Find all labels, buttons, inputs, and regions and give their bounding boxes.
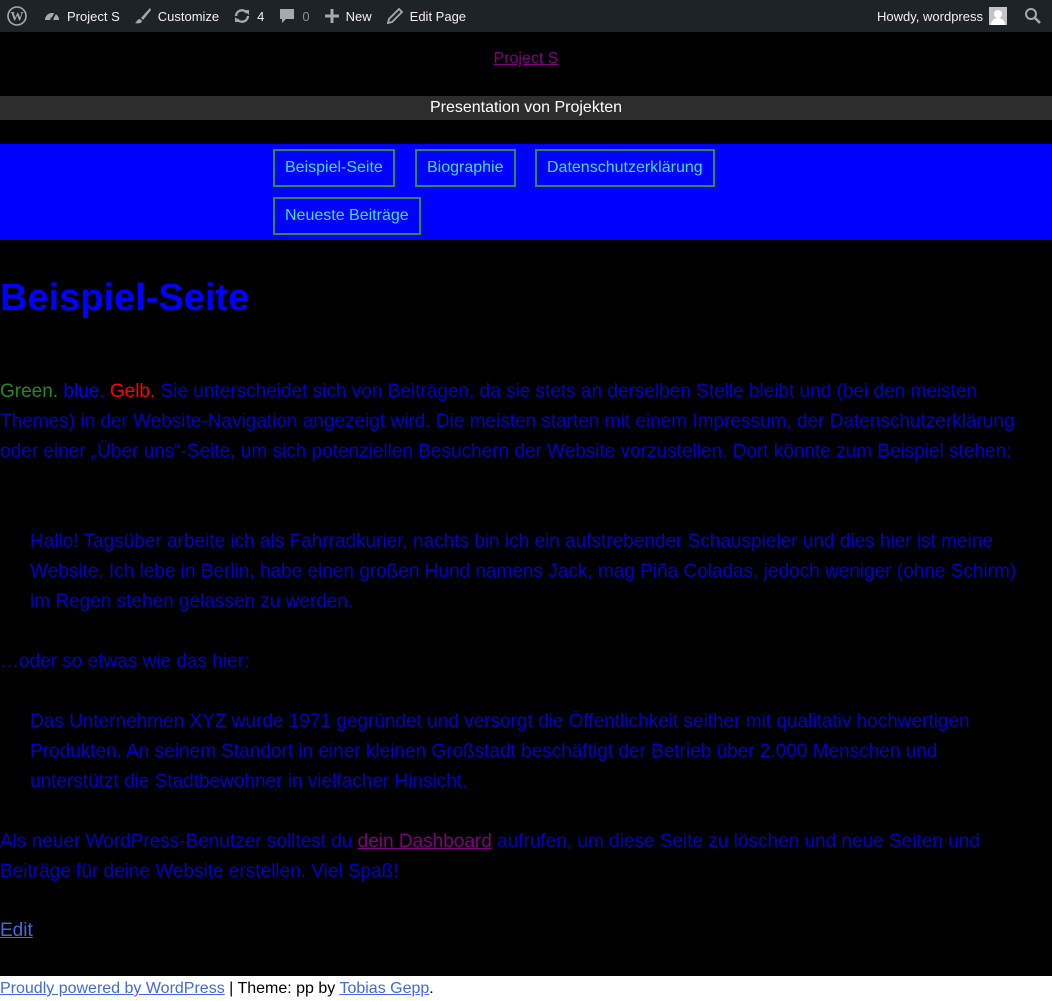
blockquote-2: Das Unternehmen XYZ wurde 1971 gegründet… <box>30 711 970 792</box>
edit-page-label: Edit Page <box>409 8 467 24</box>
comments-count: 0 <box>302 8 310 24</box>
paintbrush-icon <box>134 8 151 24</box>
plus-icon <box>324 9 339 23</box>
customize-label: Customize <box>157 8 220 24</box>
pencil-icon <box>386 7 403 25</box>
avatar <box>989 7 1007 25</box>
page-title: Beispiel-Seite <box>0 277 250 319</box>
updates-count: 4 <box>257 8 265 24</box>
outro-before-text: Als neuer WordPress-Benutzer solltest du <box>0 831 353 852</box>
footer-separator: | Theme: pp by <box>229 980 336 997</box>
site-name-label: Project S <box>67 8 120 24</box>
site-title: Project S <box>0 50 1052 68</box>
comment-icon <box>280 9 295 23</box>
search-button[interactable] <box>1017 0 1052 32</box>
nav-item-beispiel-seite[interactable]: Beispiel-Seite <box>273 149 395 187</box>
site-name-menu[interactable]: Project S <box>36 0 127 32</box>
powered-by-link[interactable]: Proudly powered by WordPress <box>0 980 225 997</box>
outro-paragraph: Als neuer WordPress-Benutzer solltest du… <box>0 827 1040 887</box>
intro-red-text: Gelb. <box>109 381 156 402</box>
updates-menu[interactable]: 4 <box>226 0 271 32</box>
search-icon <box>1025 8 1041 24</box>
updates-icon <box>234 9 250 23</box>
new-label: New <box>345 8 372 24</box>
wordpress-logo-icon[interactable]: W <box>0 0 36 32</box>
site-footer: Proudly powered by WordPress | Theme: pp… <box>0 976 1052 1001</box>
blockquote-1: Hallo! Tagsüber arbeite ich als Fahrradk… <box>30 531 1017 612</box>
dashboard-link[interactable]: dein Dashboard <box>358 831 492 852</box>
greeting-label: Howdy, wordpress <box>877 8 983 24</box>
middle-paragraph: …oder so etwas wie das hier: <box>0 651 250 672</box>
edit-page-menu[interactable]: Edit Page <box>379 0 473 32</box>
admin-bar-right: Howdy, wordpress <box>870 0 1052 32</box>
nav-item-datenschutzerklaerung[interactable]: Datenschutzerklärung <box>535 149 715 187</box>
dashboard-icon <box>45 12 59 21</box>
new-content-menu[interactable]: New <box>317 0 379 32</box>
admin-bar: W Project S Customize 4 0 New Edit Page … <box>0 0 1052 32</box>
nav-item-biographie[interactable]: Biographie <box>415 149 516 187</box>
account-menu[interactable]: Howdy, wordpress <box>870 0 1017 32</box>
theme-author-link[interactable]: Tobias Gepp <box>339 980 429 997</box>
comments-menu[interactable]: 0 <box>271 0 316 32</box>
nav-item-neueste-beitraege[interactable]: Neueste Beiträge <box>273 197 421 235</box>
site-description: Presentation von Projekten <box>0 96 1052 120</box>
svg-text:W: W <box>11 9 24 24</box>
primary-navigation: Beispiel-Seite Biographie Datenschutzerk… <box>0 144 1052 240</box>
intro-paragraph: Green. blue. Gelb. Sie unterscheidet sic… <box>0 377 1040 467</box>
site-title-link[interactable]: Project S <box>494 50 559 67</box>
customize-menu[interactable]: Customize <box>127 0 226 32</box>
intro-blue-text: blue. <box>63 381 105 402</box>
footer-end: . <box>429 980 434 997</box>
intro-green-text: Green. <box>0 381 59 402</box>
edit-link[interactable]: Edit <box>0 920 33 942</box>
